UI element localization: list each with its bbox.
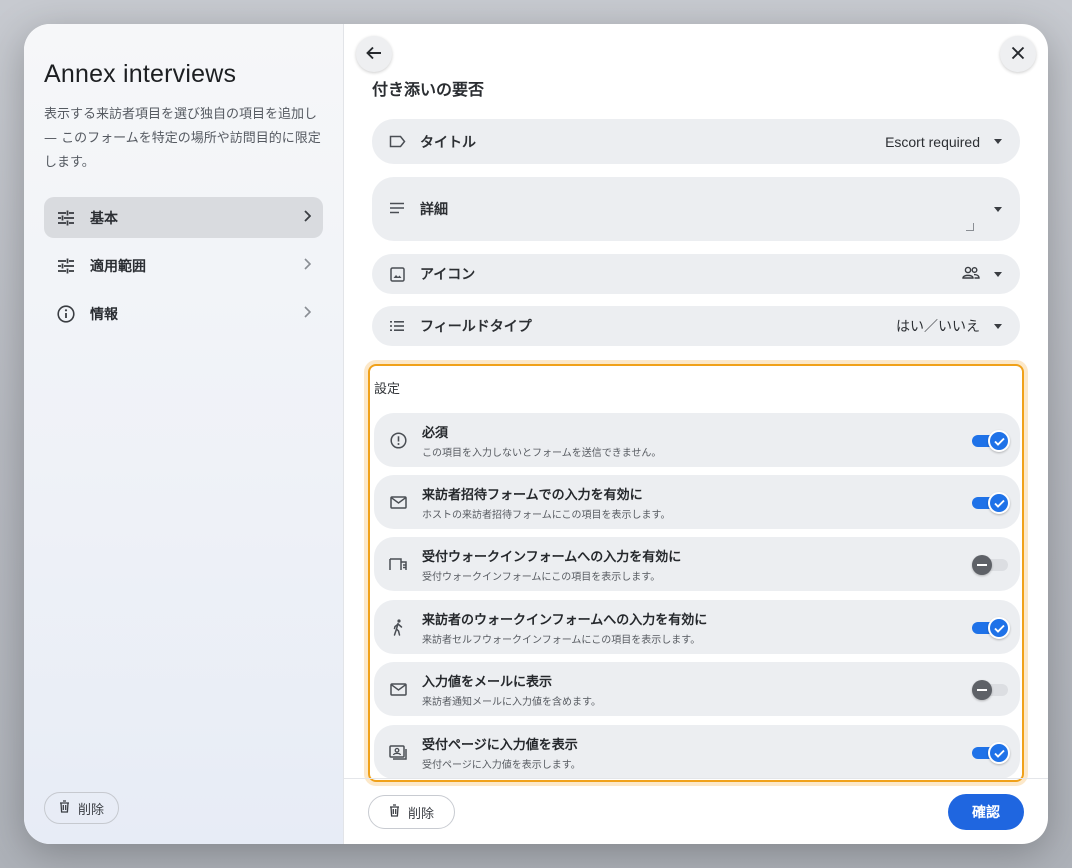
arrow-left-icon	[366, 45, 382, 64]
delete-field-button[interactable]: 削除	[368, 795, 456, 829]
mail-icon	[388, 679, 408, 699]
show-in-email-toggle[interactable]	[972, 679, 1008, 700]
setting-row-required: 必須 この項目を入力しないとフォームを送信できません。	[374, 413, 1020, 467]
delete-form-button[interactable]: 削除	[44, 792, 120, 824]
form-field-editor-dialog: Annex interviews 表示する来訪者項目を選び独自の項目を追加し —…	[24, 24, 1048, 844]
nav-label: 適用範囲	[90, 258, 146, 275]
setting-title: 受付ページに入力値を表示	[422, 737, 578, 753]
chevron-right-icon	[303, 209, 312, 226]
setting-subtitle: この項目を入力しないとフォームを送信できません。	[422, 447, 662, 459]
setting-row-show-in-email: 入力値をメールに表示 来訪者通知メールに入力値を含めます。	[374, 662, 1020, 716]
settings-panel: 設定 必須 この項目を入力しないとフォームを送信できません。 来訪者招待フォーム…	[368, 364, 1024, 782]
image-icon	[388, 265, 406, 283]
form-description: 表示する来訪者項目を選び独自の項目を追加し — このフォームを特定の場所や訪問目…	[44, 107, 321, 170]
field-type-value: はい／いいえ	[896, 318, 980, 334]
setting-row-reception-page: 受付ページに入力値を表示 受付ページに入力値を表示します。	[374, 725, 1020, 779]
field-label: アイコン	[420, 267, 476, 283]
setting-title: 必須	[422, 425, 449, 441]
label-icon	[388, 133, 406, 151]
delete-label: 削除	[408, 806, 435, 822]
contact-card-icon	[388, 742, 408, 762]
field-type-select[interactable]: フィールドタイプ はい／いいえ	[372, 306, 1020, 346]
walk-icon	[388, 617, 408, 637]
people-icon	[962, 266, 980, 282]
field-label: 詳細	[420, 202, 448, 218]
visitor-walkin-toggle[interactable]	[972, 617, 1010, 639]
left-pane: Annex interviews 表示する来訪者項目を選び独自の項目を追加し —…	[24, 24, 344, 844]
settings-title: 設定	[374, 382, 401, 397]
minus-icon	[972, 555, 992, 575]
footer-divider	[344, 778, 1048, 779]
close-icon	[1011, 45, 1025, 64]
setting-subtitle: 来訪者通知メールに入力値を含めます。	[422, 696, 601, 708]
title-field[interactable]: タイトル Escort required	[372, 119, 1020, 164]
mail-icon	[388, 492, 408, 512]
setting-row-reception-walkin: 受付ウォークインフォームへの入力を有効に 受付ウォークインフォームにこの項目を表…	[374, 537, 1020, 591]
right-pane: 付き添いの要否 タイトル Escort required 詳細 アイコン フィー…	[344, 24, 1048, 844]
icon-field[interactable]: アイコン	[372, 254, 1020, 294]
dropdown-caret-icon	[994, 207, 1002, 212]
setting-row-invite-form: 来訪者招待フォームでの入力を有効に ホストの来訪者招待フォームにこの項目を表示し…	[374, 475, 1020, 529]
delete-label: 削除	[78, 802, 105, 818]
required-toggle[interactable]	[972, 430, 1010, 452]
nav-label: 基本	[90, 210, 118, 227]
section-title: 付き添いの要否	[372, 80, 485, 99]
tune-icon	[56, 208, 76, 228]
notes-icon	[388, 199, 406, 217]
setting-subtitle: 受付ページに入力値を表示します。	[422, 759, 581, 771]
nav-item-basic[interactable]: 基本	[44, 197, 323, 238]
title-value: Escort required	[885, 133, 980, 150]
close-button[interactable]	[1000, 36, 1036, 72]
back-button[interactable]	[356, 36, 392, 72]
reception-page-toggle[interactable]	[972, 742, 1010, 764]
setting-title: 来訪者招待フォームでの入力を有効に	[422, 487, 643, 503]
dropdown-caret-icon	[994, 271, 1002, 277]
chevron-right-icon	[303, 257, 312, 274]
chevron-right-icon	[303, 305, 312, 322]
nav-item-info[interactable]: 情報	[44, 293, 323, 334]
setting-title: 来訪者のウォークインフォームへの入力を有効に	[422, 612, 708, 628]
form-title: Annex interviews	[44, 60, 237, 88]
trash-icon	[59, 799, 70, 817]
check-icon	[988, 492, 1010, 514]
resize-handle-icon[interactable]	[966, 223, 974, 231]
setting-row-visitor-walkin: 来訪者のウォークインフォームへの入力を有効に 来訪者セルフウォークインフォームに…	[374, 600, 1020, 654]
info-icon	[56, 304, 76, 324]
check-icon	[988, 617, 1010, 639]
field-label: フィールドタイプ	[420, 319, 532, 335]
reception-walkin-toggle[interactable]	[972, 554, 1008, 575]
dropdown-caret-icon	[994, 323, 1002, 329]
list-icon	[388, 317, 406, 335]
side-nav: 基本 適用範囲 情報	[44, 197, 323, 334]
dropdown-caret-icon	[994, 139, 1002, 144]
minus-icon	[972, 680, 992, 700]
confirm-button[interactable]: 確認	[948, 794, 1024, 830]
tune-icon	[56, 256, 76, 276]
trash-icon	[389, 803, 400, 821]
check-icon	[988, 742, 1010, 764]
field-label: タイトル	[420, 134, 476, 151]
setting-subtitle: ホストの来訪者招待フォームにこの項目を表示します。	[422, 509, 671, 521]
alert-circle-icon	[388, 430, 408, 450]
invite-form-toggle[interactable]	[972, 492, 1010, 514]
setting-title: 受付ウォークインフォームへの入力を有効に	[422, 549, 682, 565]
nav-label: 情報	[90, 306, 118, 323]
setting-title: 入力値をメールに表示	[422, 674, 553, 690]
details-field[interactable]: 詳細	[372, 177, 1020, 241]
nav-item-scope[interactable]: 適用範囲	[44, 245, 323, 286]
desk-icon	[388, 554, 408, 574]
setting-subtitle: 受付ウォークインフォームにこの項目を表示します。	[422, 571, 661, 583]
setting-subtitle: 来訪者セルフウォークインフォームにこの項目を表示します。	[422, 634, 701, 646]
check-icon	[988, 430, 1010, 452]
